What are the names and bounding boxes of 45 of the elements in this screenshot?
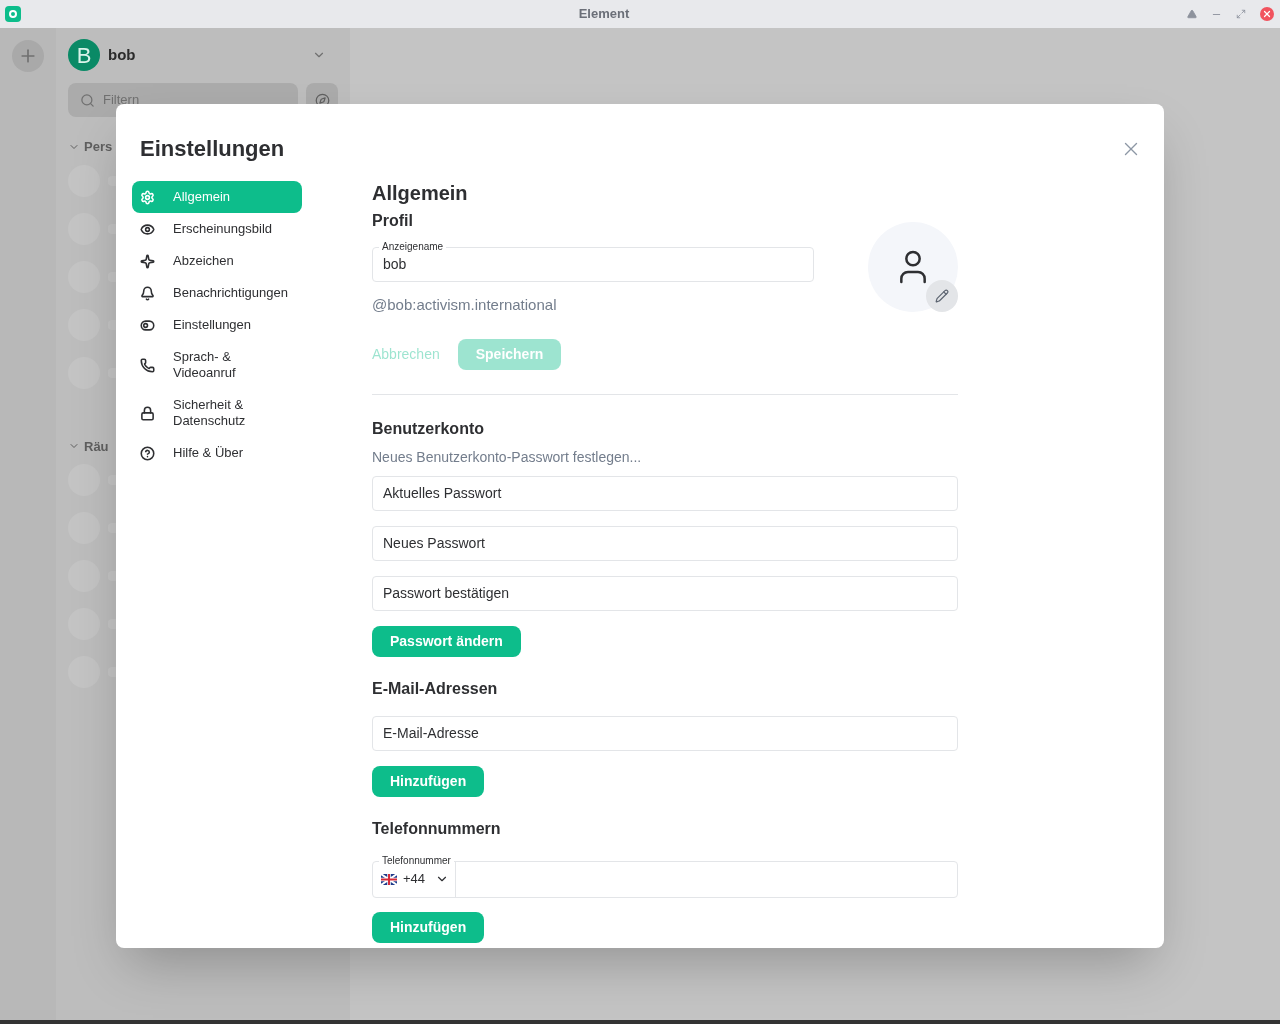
user-avatar: B bbox=[68, 39, 100, 71]
user-name: bob bbox=[108, 44, 137, 65]
settings-tab[interactable]: Einstellungen bbox=[132, 309, 302, 341]
subsection-title: E-Mail-Adressen bbox=[372, 678, 499, 699]
pencil-icon bbox=[935, 289, 949, 303]
search-icon bbox=[80, 92, 95, 108]
phone-icon bbox=[140, 357, 155, 373]
settings-tab[interactable]: Abzeichen bbox=[132, 245, 302, 277]
app-logo-icon bbox=[5, 6, 21, 22]
close-icon[interactable] bbox=[1260, 7, 1274, 21]
change-password-button[interactable]: Passwort ändern bbox=[372, 625, 521, 657]
sparkle-icon bbox=[140, 253, 155, 269]
settings-tab[interactable]: Sprach- & Videoanruf bbox=[132, 341, 302, 389]
lock-icon bbox=[140, 405, 155, 421]
email-field[interactable]: E-Mail-Adresse bbox=[372, 715, 958, 751]
subsection-title: Profil bbox=[372, 211, 414, 231]
window-title: Element bbox=[577, 5, 631, 24]
help-icon bbox=[140, 445, 155, 461]
bell-icon bbox=[140, 285, 155, 301]
gear-icon bbox=[140, 189, 155, 205]
section-heading[interactable]: Pers bbox=[84, 137, 113, 157]
section-heading[interactable]: Räu bbox=[84, 436, 109, 456]
dialog-title: Einstellungen bbox=[140, 135, 286, 163]
password-field[interactable]: Neues Passwort bbox=[372, 525, 958, 561]
eject-icon[interactable] bbox=[1187, 9, 1197, 19]
subsection-title: Telefonnummern bbox=[372, 818, 502, 839]
settings-tab[interactable]: Hilfe & Über bbox=[132, 437, 302, 469]
settings-tab[interactable]: Allgemein bbox=[132, 181, 302, 213]
edit-avatar-button[interactable] bbox=[926, 280, 958, 312]
add-phone-button[interactable]: Hinzufügen bbox=[372, 911, 485, 943]
settings-tab[interactable]: Sicherheit & Datenschutz bbox=[132, 389, 302, 437]
toggle-icon bbox=[140, 317, 155, 333]
maximize-icon[interactable] bbox=[1236, 9, 1246, 19]
flag-icon bbox=[381, 873, 397, 885]
subsection-title: Benutzerkonto bbox=[372, 418, 485, 439]
set-password-link[interactable]: Neues Benutzerkonto-Passwort festlegen... bbox=[372, 446, 958, 468]
password-field[interactable]: Passwort bestätigen bbox=[372, 575, 958, 611]
password-field[interactable]: Aktuelles Passwort bbox=[372, 475, 958, 511]
settings-tab[interactable]: Benachrichtigungen bbox=[132, 277, 302, 309]
user-id: @bob:activism.international bbox=[372, 295, 558, 315]
section-title: Allgemein bbox=[372, 181, 469, 205]
eye-icon bbox=[140, 221, 155, 237]
add-space-button[interactable] bbox=[12, 40, 44, 72]
add-email-button[interactable]: Hinzufügen bbox=[372, 765, 485, 797]
settings-tab[interactable]: Erscheinungsbild bbox=[132, 213, 302, 245]
